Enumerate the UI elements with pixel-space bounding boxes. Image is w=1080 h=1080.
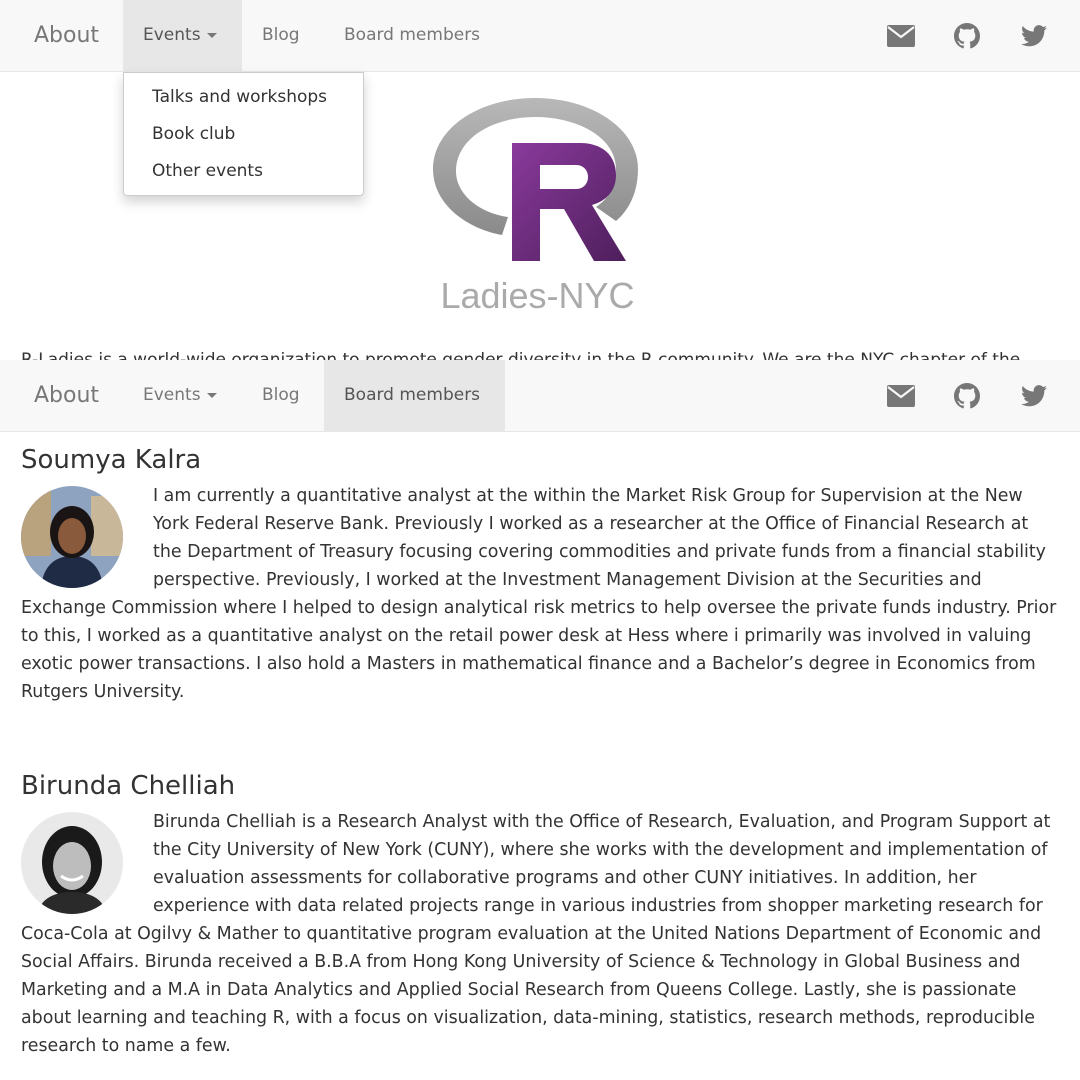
member-bio: Birunda Chelliah is a Research Analyst w… xyxy=(21,808,1061,1060)
events-page-view: About Events Blog Board members Ladies-N… xyxy=(0,0,1080,360)
envelope-icon[interactable] xyxy=(887,382,915,410)
board-member-card: Birunda Chelliah Birunda Chelliah is a R… xyxy=(21,764,1061,1060)
nav-board-members[interactable]: Board members xyxy=(324,0,500,71)
nav-blog[interactable]: Blog xyxy=(242,0,320,71)
events-dropdown-menu: Talks and workshops Book club Other even… xyxy=(123,72,364,196)
twitter-icon[interactable] xyxy=(1020,22,1048,50)
logo-text: Ladies-NYC xyxy=(440,275,635,316)
member-name: Soumya Kalra xyxy=(21,445,202,475)
member-bio-text: Birunda Chelliah is a Research Analyst w… xyxy=(21,812,1051,1056)
menu-item-book-club[interactable]: Book club xyxy=(124,116,363,153)
nav-brand-about[interactable]: About xyxy=(0,360,120,431)
board-members-page-view: About Events Blog Board members Soumya K… xyxy=(0,360,1080,1080)
top-navbar: About Events Blog Board members xyxy=(0,360,1080,432)
member-photo-avatar xyxy=(21,486,123,588)
member-bio: I am currently a quantitative analyst at… xyxy=(21,482,1061,706)
member-photo-avatar xyxy=(21,812,123,914)
rladies-logo: Ladies-NYC xyxy=(430,95,645,325)
top-navbar: About Events Blog Board members xyxy=(0,0,1080,72)
nav-blog-label: Blog xyxy=(262,385,300,405)
nav-events-label: Events xyxy=(143,385,201,405)
github-icon[interactable] xyxy=(953,22,981,50)
nav-events-dropdown[interactable]: Events xyxy=(123,0,242,71)
nav-board-members[interactable]: Board members xyxy=(324,360,505,431)
menu-item-other-events[interactable]: Other events xyxy=(124,153,363,190)
nav-blog[interactable]: Blog xyxy=(242,360,320,431)
nav-board-members-label: Board members xyxy=(344,385,481,405)
envelope-icon[interactable] xyxy=(887,22,915,50)
intro-paragraph: R-Ladies is a world-wide organization to… xyxy=(21,350,1021,360)
nav-events-dropdown[interactable]: Events xyxy=(123,360,242,431)
board-member-card: Soumya Kalra I am currently a quantitati… xyxy=(21,438,1061,706)
member-name: Birunda Chelliah xyxy=(21,771,236,801)
menu-item-talks-workshops[interactable]: Talks and workshops xyxy=(124,79,363,116)
twitter-icon[interactable] xyxy=(1020,382,1048,410)
nav-brand-about[interactable]: About xyxy=(0,0,120,71)
nav-blog-label: Blog xyxy=(262,25,300,45)
caret-down-icon xyxy=(206,392,217,398)
github-icon[interactable] xyxy=(953,382,981,410)
caret-down-icon xyxy=(206,32,217,38)
nav-board-members-label: Board members xyxy=(344,25,481,45)
member-bio-text: I am currently a quantitative analyst at… xyxy=(21,486,1057,702)
nav-events-label: Events xyxy=(143,25,201,45)
